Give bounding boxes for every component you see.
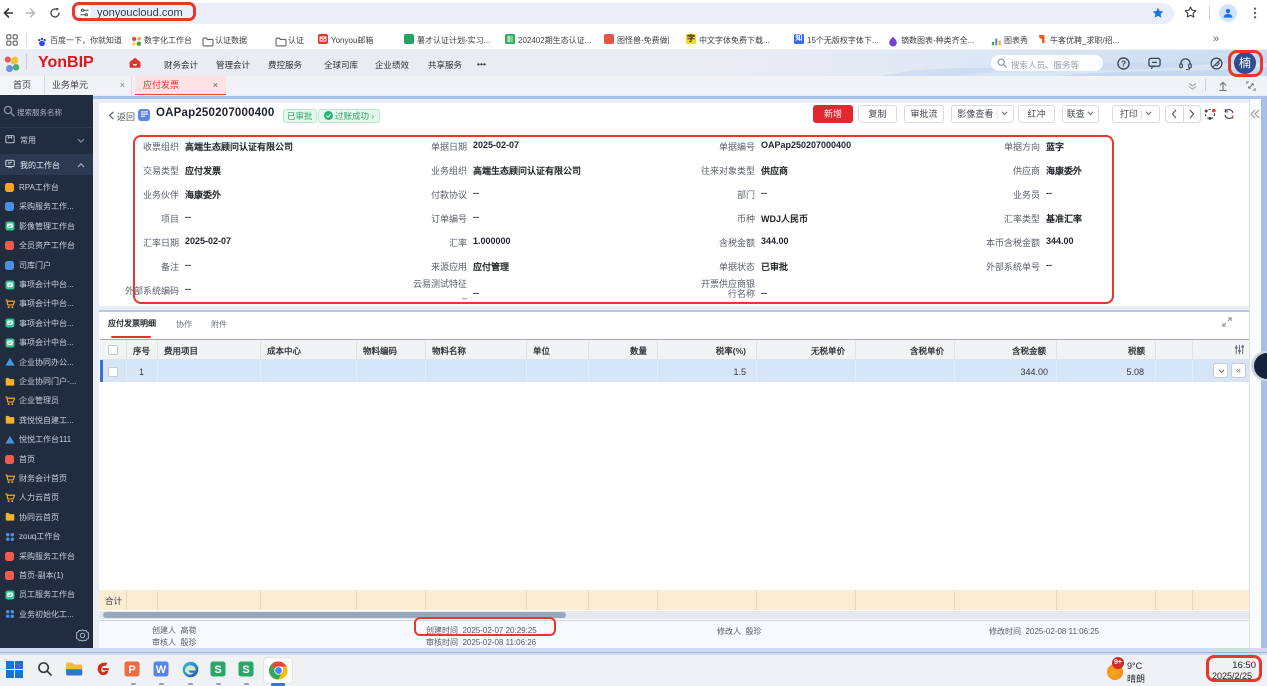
svg-text:P: P [128, 664, 135, 676]
svg-text:W: W [156, 664, 167, 676]
svg-text:S: S [242, 664, 249, 676]
svg-text:S: S [214, 664, 221, 676]
svg-text:?: ? [1121, 58, 1126, 68]
